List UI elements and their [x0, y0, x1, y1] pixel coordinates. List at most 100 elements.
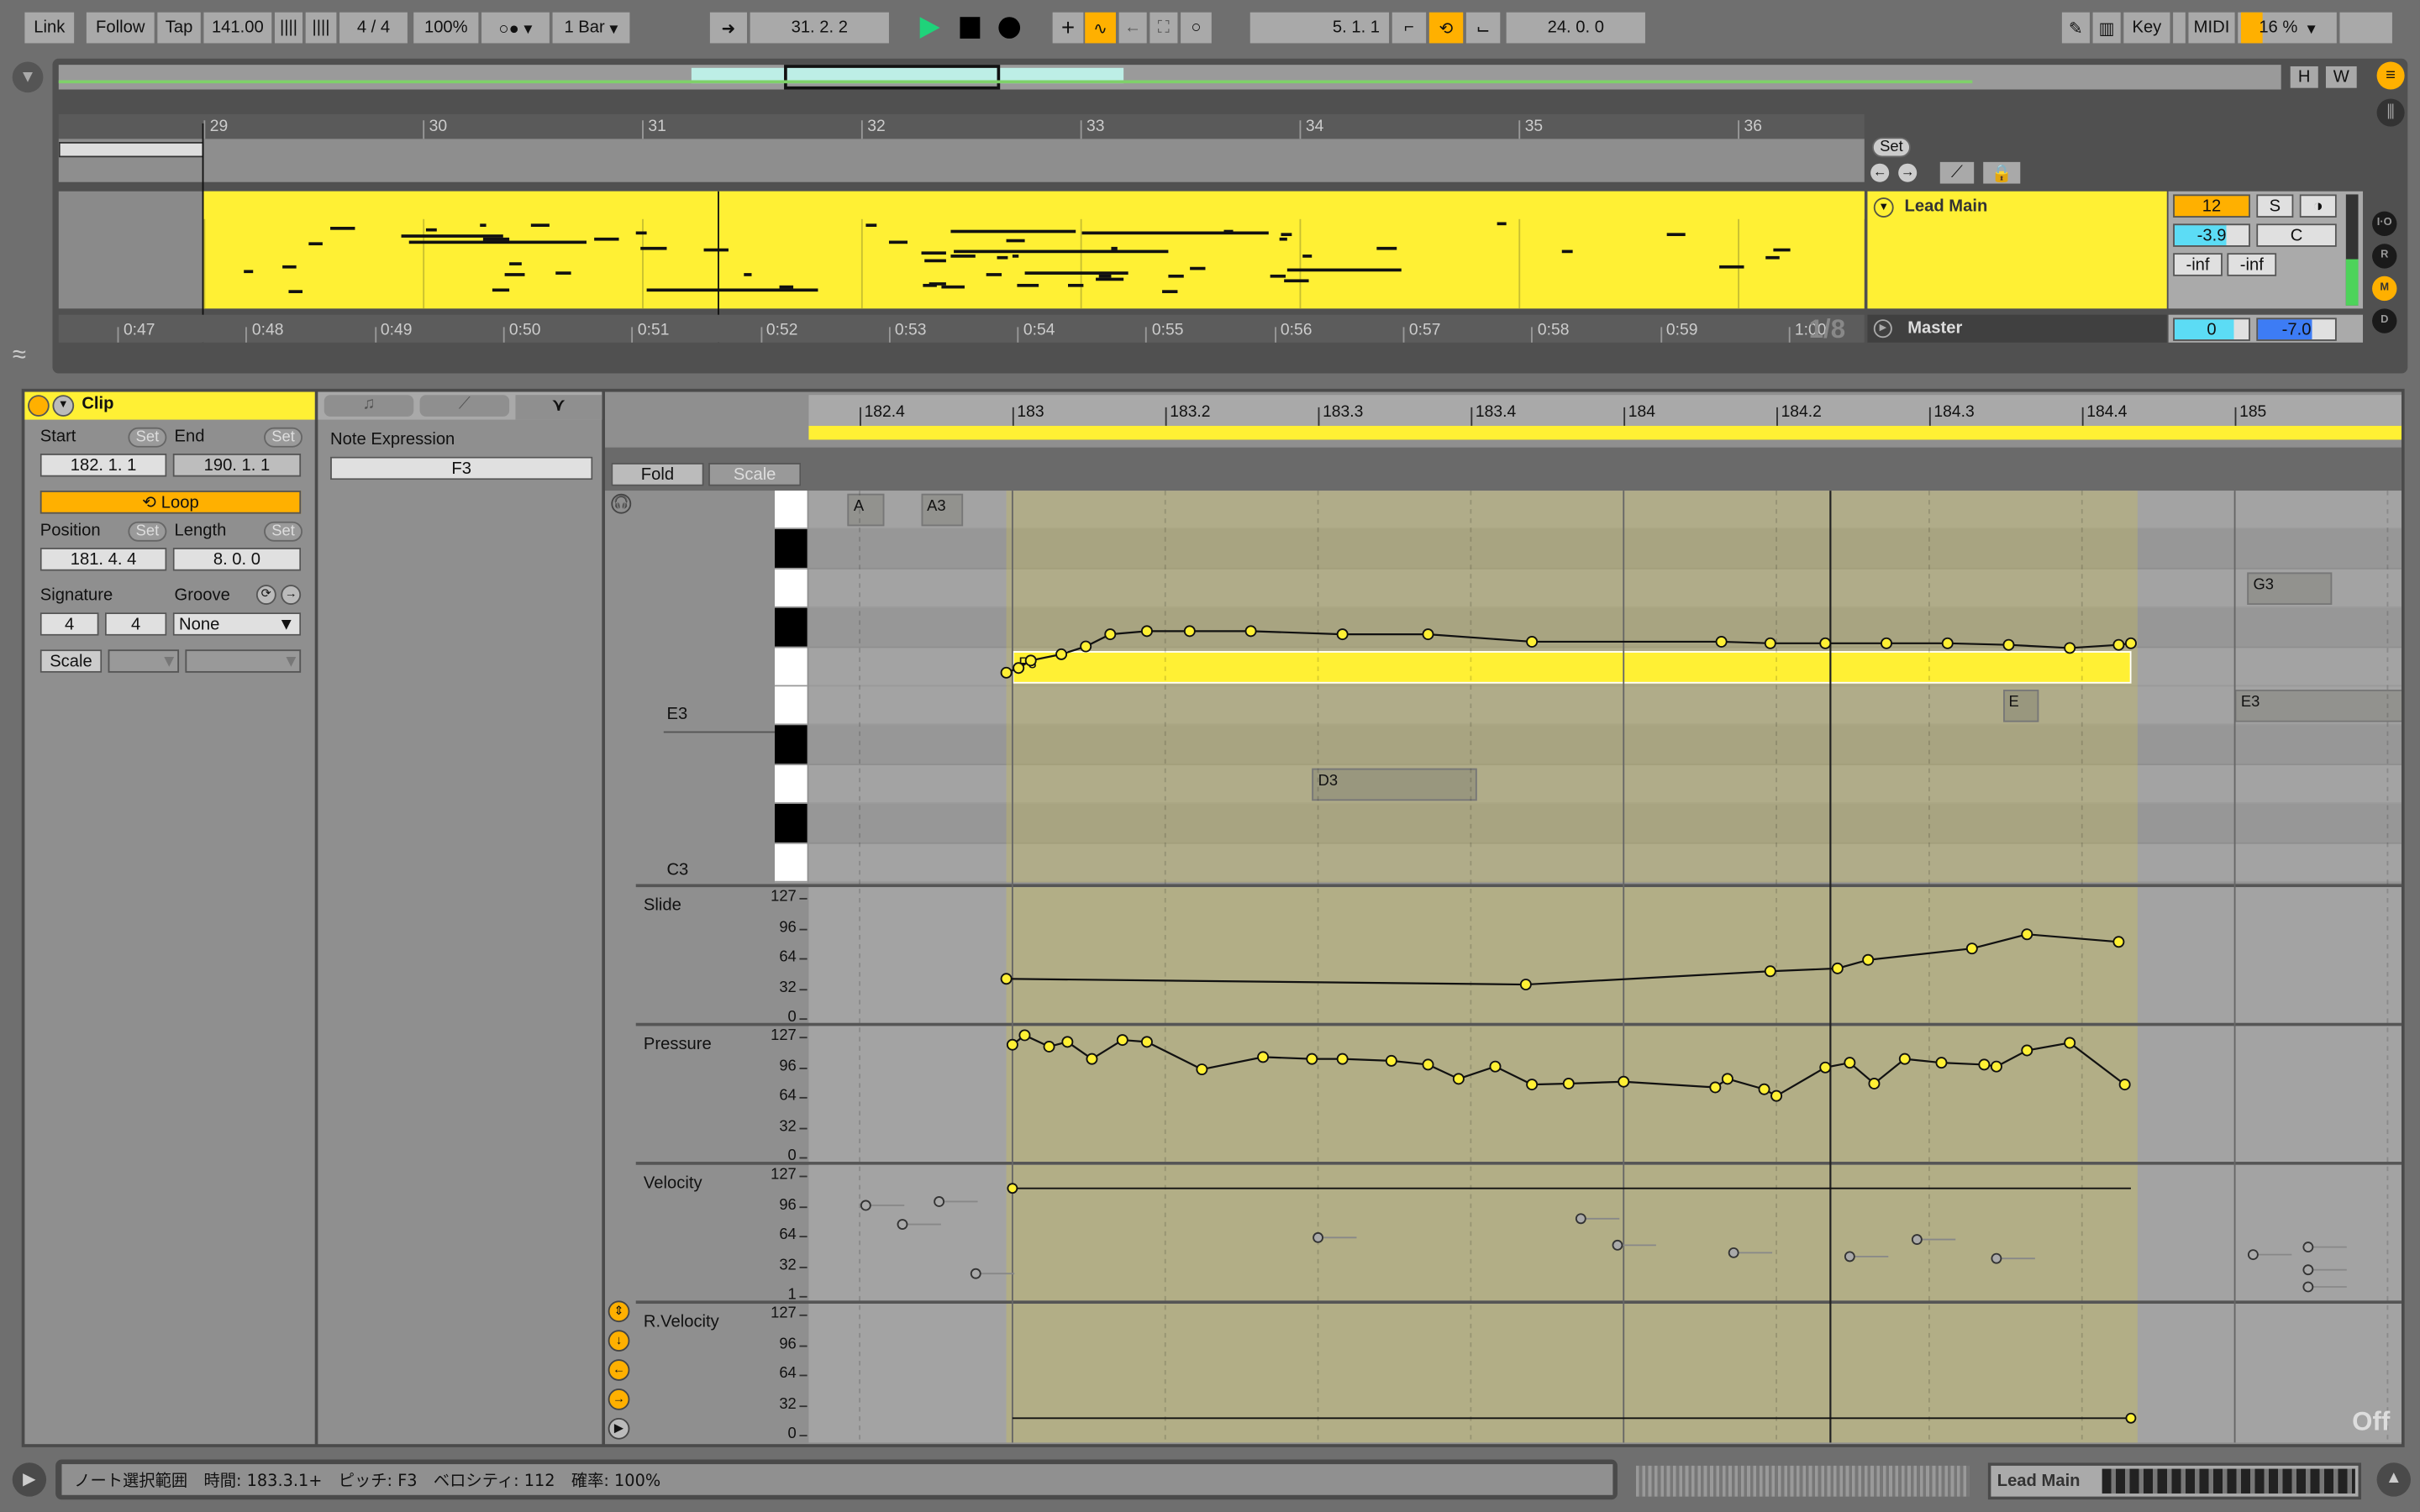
lane-pressure[interactable]: Pressure 127 96 64 32 0	[635, 1022, 2402, 1165]
lock-icon[interactable]: 🔒	[1983, 161, 2021, 184]
note-grid[interactable]: F3 A A3 G3 E E3 D3	[808, 491, 2402, 883]
note-e3[interactable]: E3	[2234, 690, 2402, 722]
black-key[interactable]	[775, 725, 808, 765]
metronome-button[interactable]: ○● ▾	[481, 12, 550, 44]
wave-icon[interactable]: ≈	[13, 343, 44, 374]
bar-ruler[interactable]: 29 30 31 32 33 34 35 36	[58, 113, 1865, 139]
automation-arm-icon[interactable]: ∿	[1085, 12, 1116, 44]
clip-loop-bar[interactable]	[808, 425, 2402, 440]
preview-headphones-icon[interactable]: 🎧	[611, 493, 632, 514]
loop-start-field[interactable]: 5. 1. 1	[1249, 12, 1390, 44]
side-button-io[interactable]: I·O	[2372, 211, 2397, 237]
tab-note-expression-icon[interactable]: ⋎	[515, 395, 602, 420]
tap-button[interactable]: Tap	[157, 12, 201, 44]
mixer-icon[interactable]: ⫼	[2376, 98, 2405, 127]
note-d3[interactable]: D3	[1312, 768, 1477, 801]
follow-arrow-icon[interactable]: ➜	[709, 12, 747, 44]
signature-numerator[interactable]: 4	[39, 612, 99, 636]
status-track-display[interactable]: Lead Main	[1987, 1462, 2362, 1500]
start-field[interactable]: 182. 1. 1	[39, 453, 167, 477]
quantize-dropdown[interactable]: 1 Bar ▾	[552, 12, 630, 44]
side-button-d[interactable]: D	[2372, 308, 2397, 333]
track-header[interactable]: ▼ Lead Main	[1867, 191, 2167, 309]
start-set-button[interactable]: Set	[128, 427, 167, 448]
prev-lane-icon[interactable]: ←	[608, 1359, 630, 1381]
punch-out-icon[interactable]: ⌙	[1465, 12, 1501, 44]
loop-button[interactable]: ⟲ Loop	[39, 491, 302, 514]
lane-velocity[interactable]: Velocity 127 96 64 32 1	[635, 1162, 2402, 1305]
expand-info-icon[interactable]: ▶	[12, 1462, 47, 1497]
expand-up-icon[interactable]: ▲	[2376, 1462, 2411, 1497]
position-set-button[interactable]: Set	[128, 521, 167, 542]
length-field[interactable]: 8. 0. 0	[172, 548, 302, 571]
nudge-up-icon[interactable]: ||||	[305, 12, 337, 44]
length-set-button[interactable]: Set	[264, 521, 303, 542]
collapse-arrangement-icon[interactable]: ▼	[12, 61, 44, 93]
send-b-field[interactable]: -inf	[2227, 253, 2277, 276]
groove-dropdown[interactable]: None ▼	[172, 612, 302, 636]
signature-denominator[interactable]: 4	[104, 612, 167, 636]
white-key[interactable]	[775, 686, 808, 726]
loop-brace-lane[interactable]	[58, 139, 1865, 182]
black-key[interactable]	[775, 608, 808, 648]
piano-keys[interactable]	[775, 491, 808, 883]
master-header[interactable]: ▶ Master	[1867, 314, 2167, 343]
automation-icon[interactable]: ⟋	[1939, 161, 1975, 184]
cue-volume-field[interactable]: -7.0	[2256, 318, 2337, 341]
black-key[interactable]	[775, 804, 808, 843]
note-g3[interactable]: G3	[2247, 572, 2333, 605]
follow-button[interactable]: Follow	[86, 12, 155, 44]
midi-channel-field[interactable]: 12	[2173, 194, 2250, 218]
capture-icon[interactable]: ⛶	[1150, 12, 1178, 44]
tab-envelopes-icon[interactable]: ⟋	[419, 395, 510, 417]
overdub-plus-icon[interactable]: +	[1052, 12, 1084, 44]
scale-highlight-button[interactable]: Scale	[708, 463, 802, 486]
side-button-m[interactable]: M	[2372, 276, 2397, 302]
next-lane-icon[interactable]: →	[608, 1389, 630, 1410]
tab-notes-icon[interactable]: ♫	[324, 395, 414, 417]
w-zoom-button[interactable]: W	[2325, 66, 2357, 88]
clip-fold-icon[interactable]: ▼	[52, 395, 75, 417]
stop-button[interactable]	[960, 17, 981, 39]
monitor-icon[interactable]: ◑	[2299, 194, 2337, 218]
nudge-down-icon[interactable]: ||||	[274, 12, 302, 44]
h-zoom-button[interactable]: H	[2290, 66, 2318, 88]
note-a[interactable]: A	[847, 493, 885, 527]
scrub-area[interactable]	[604, 447, 2402, 491]
white-key[interactable]	[775, 491, 808, 530]
scale-root-dropdown[interactable]: ▼	[108, 649, 180, 673]
note-a3[interactable]: A3	[920, 493, 964, 527]
menu-icon[interactable]: ≡	[2376, 61, 2405, 90]
session-record-icon[interactable]: ○	[1181, 12, 1212, 44]
arrangement-clip[interactable]	[203, 191, 1865, 309]
white-key[interactable]	[775, 843, 808, 883]
expand-master-icon[interactable]: ▶	[1873, 319, 1892, 339]
key-map-button[interactable]: Key	[2123, 12, 2170, 44]
position-field[interactable]: 181. 4. 4	[39, 548, 167, 571]
commit-groove-icon[interactable]: →	[281, 585, 302, 605]
note-e[interactable]: E	[2002, 690, 2039, 722]
scale-name-dropdown[interactable]: ▼	[185, 649, 302, 673]
end-field[interactable]: 190. 1. 1	[172, 453, 302, 477]
white-key[interactable]	[775, 647, 808, 687]
draw-mode-icon[interactable]: ✎	[2061, 12, 2090, 44]
volume-field[interactable]: -3.9	[2173, 223, 2250, 247]
time-signature-field[interactable]: 4 / 4	[339, 12, 408, 44]
lane-rvelocity[interactable]: R.Velocity 127 96 64 32 0	[635, 1300, 2402, 1443]
groove-hotswap-icon[interactable]: ⟳	[255, 585, 276, 605]
time-ruler[interactable]: 0:47 0:48 0:49 0:50 0:51 0:52 0:53 0:54 0:55 0:56…	[58, 314, 1865, 343]
collapse-lanes-icon[interactable]: ↓	[608, 1330, 630, 1352]
song-position-field[interactable]: 31. 2. 2	[750, 12, 889, 44]
metronome-zoom-field[interactable]: 100%	[413, 12, 479, 44]
master-volume-field[interactable]: 0	[2173, 318, 2250, 341]
back-to-arrangement-icon[interactable]: ←	[1118, 12, 1147, 44]
play-lane-icon[interactable]: ▶	[608, 1417, 630, 1440]
pan-field[interactable]: C	[2256, 223, 2337, 247]
overview-strip[interactable]	[58, 65, 2281, 90]
tempo-field[interactable]: 141.00	[203, 12, 272, 44]
link-button[interactable]: Link	[24, 12, 75, 44]
loop-toggle-icon[interactable]: ⟲	[1428, 12, 1464, 44]
black-key[interactable]	[775, 529, 808, 570]
fold-track-icon[interactable]: ▼	[1873, 197, 1894, 218]
loop-length-field[interactable]: 24. 0. 0	[1506, 12, 1645, 44]
